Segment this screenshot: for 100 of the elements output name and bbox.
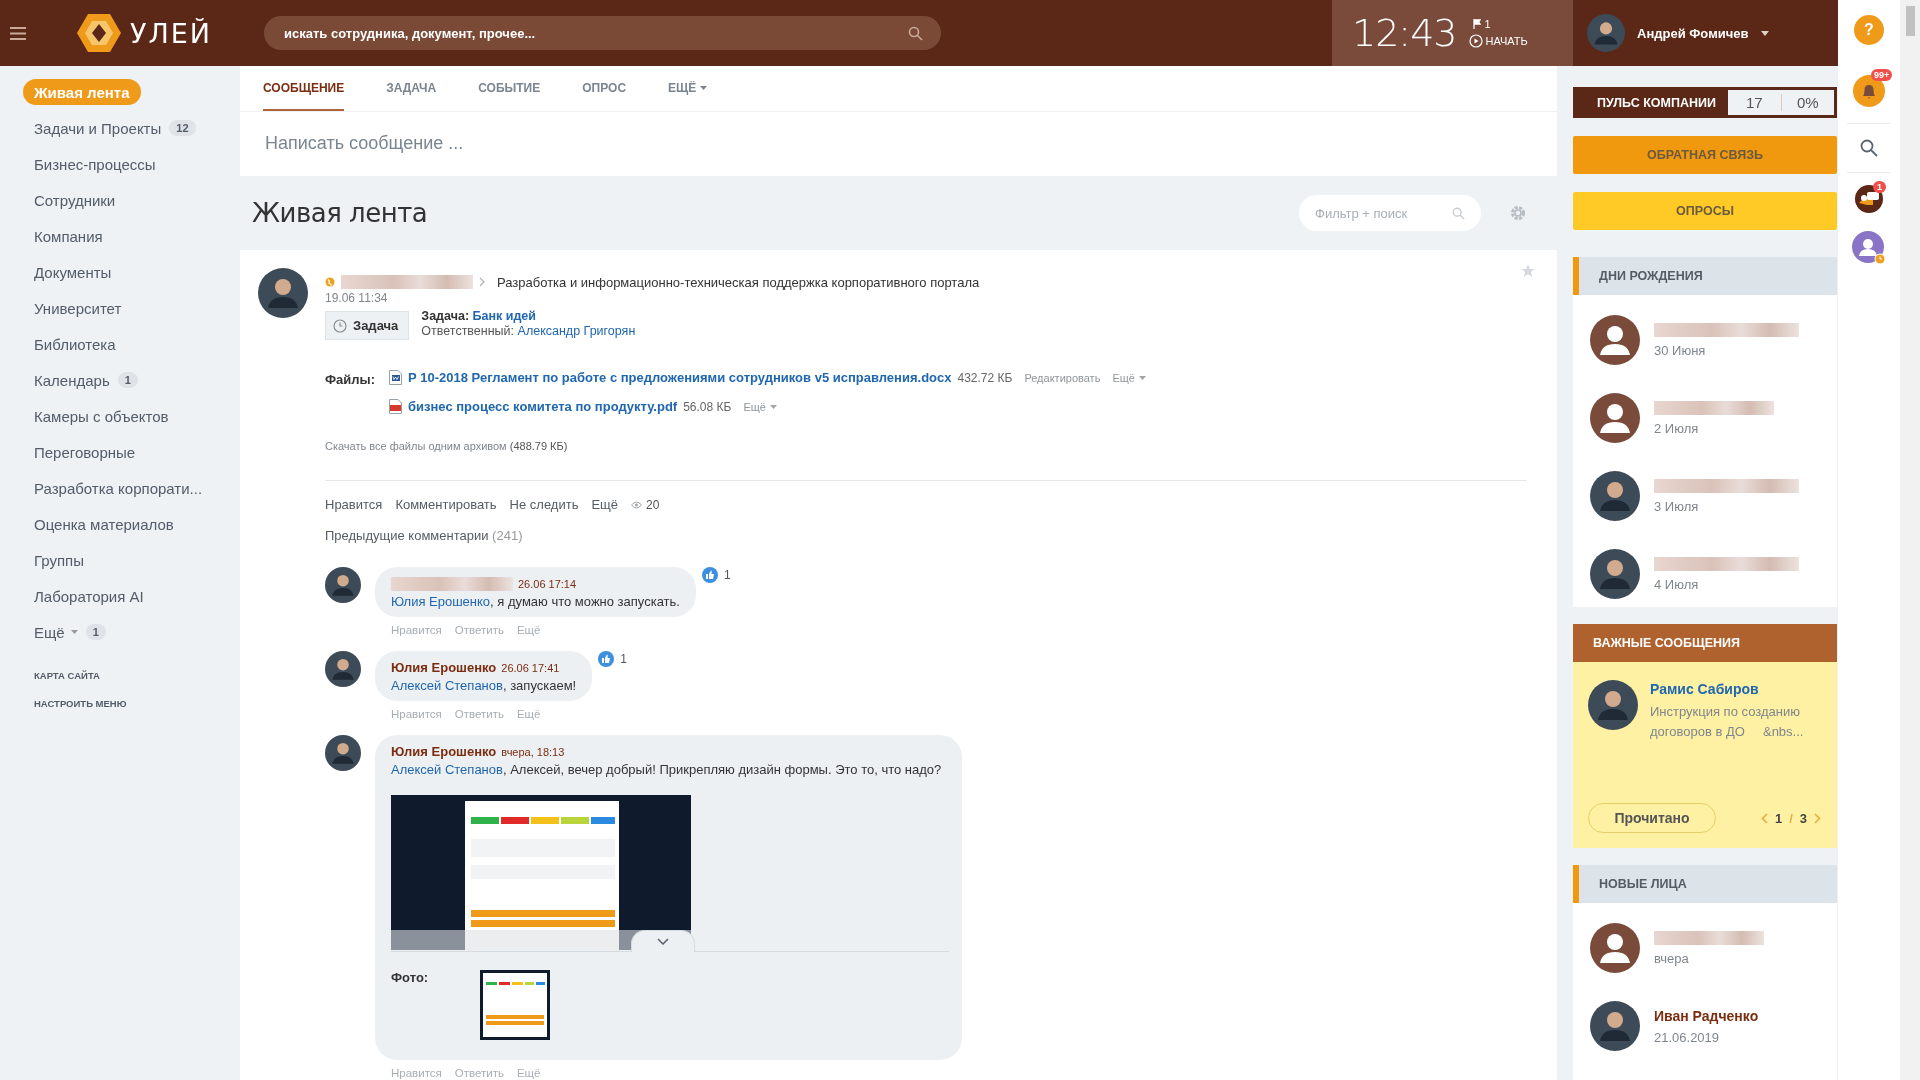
badge-label: Задача	[353, 318, 399, 333]
flag-count: 1	[1484, 18, 1491, 30]
person-avatar	[1590, 1001, 1640, 1051]
sidebar-item-label: Живая лента	[34, 83, 130, 101]
pulse-percent: 0%	[1780, 94, 1834, 111]
post-action-link[interactable]: Нравится	[325, 497, 383, 512]
composer-tab[interactable]: СООБЩЕНИЕ	[263, 66, 345, 111]
notification-badge: 99+	[1871, 69, 1893, 81]
counter-badge: 1	[85, 624, 106, 640]
file-link[interactable]: Р 10-2018 Регламент по работе с предложениями сотрудников v5 исправления.docx	[408, 370, 952, 385]
caret-icon	[769, 404, 777, 409]
birthday-date: 2 Июля	[1654, 420, 1700, 436]
star-icon[interactable]	[1521, 264, 1535, 278]
mention-link[interactable]: Алексей Степанов	[391, 678, 503, 693]
sidebar-item[interactable]: Задачи и Проекты 12	[0, 110, 240, 146]
person-avatar	[1588, 680, 1638, 730]
previous-comments-link[interactable]: Предыдущие комментарии	[325, 528, 489, 543]
sidebar-item-label: Разработка корпорати...	[34, 479, 203, 497]
widget-button[interactable]: ОПРОСЫ	[1573, 192, 1837, 230]
sidebar-item[interactable]: Разработка корпорати...	[0, 470, 240, 506]
search-icon[interactable]	[1860, 139, 1878, 157]
composer-tab[interactable]: ЗАДАЧА	[386, 66, 437, 111]
widget-header: НОВЫЕ ЛИЦА	[1573, 865, 1837, 903]
sidebar-item[interactable]: Документы	[0, 254, 240, 290]
message-author[interactable]: Рамис Сабиров	[1650, 681, 1759, 697]
search-icon[interactable]	[908, 26, 923, 41]
eye-icon	[631, 500, 643, 509]
page-number: 1	[1774, 810, 1783, 826]
clock-icon	[333, 318, 347, 333]
sidebar-item[interactable]: Переговорные	[0, 434, 240, 470]
page-separator: /	[1789, 810, 1793, 826]
post-action-link[interactable]: Не следить	[509, 497, 579, 512]
sidebar-item[interactable]: Оценка материалов	[0, 506, 240, 542]
sidebar-link[interactable]: КАРТА САЙТА	[34, 670, 240, 681]
person-avatar	[1590, 923, 1640, 973]
post-action-link[interactable]: Ещё	[591, 497, 619, 512]
files-label: Файлы:	[325, 372, 375, 389]
birthday-date: 4 Июля	[1654, 576, 1700, 592]
logo-icon	[76, 12, 122, 54]
composer-tab[interactable]: ЕЩЁ	[668, 66, 708, 111]
search-icon	[1452, 207, 1465, 220]
counter-badge: 1	[117, 372, 138, 388]
user-avatar-icon[interactable]	[1852, 231, 1886, 265]
company-pulse-widget[interactable]: ПУЛЬС КОМПАНИИ 17 0%	[1573, 87, 1837, 118]
like-icon	[701, 567, 718, 583]
sidebar-item[interactable]: Библиотека	[0, 326, 240, 362]
chat-icon[interactable]	[1855, 185, 1883, 213]
comment-author[interactable]: Юлия Ерошенко	[391, 660, 497, 675]
person-avatar	[1590, 393, 1640, 443]
flag-icon	[1472, 19, 1481, 29]
task-label: Задача:	[421, 309, 470, 323]
commenter-avatar	[325, 567, 361, 603]
start-button[interactable]: НАЧАТЬ	[1468, 34, 1528, 48]
sidebar-link[interactable]: НАСТРОИТЬ МЕНЮ	[34, 698, 240, 709]
composer-tab[interactable]: ОПРОС	[582, 66, 627, 111]
sidebar-item[interactable]: Сотрудники	[0, 182, 240, 218]
message-text: Инструкция по созданию договоров в ДО &nbs...	[1650, 703, 1805, 741]
expand-button[interactable]	[631, 930, 695, 952]
sidebar-item-label: Переговорные	[34, 443, 136, 461]
more-link[interactable]: Ещё	[743, 400, 777, 413]
post-action-link[interactable]: Комментировать	[395, 497, 497, 512]
sidebar-item-label: Лаборатория AI	[34, 587, 144, 605]
sidebar-item[interactable]: Ещё 1	[0, 614, 240, 650]
sidebar-item-label: Группы	[34, 551, 84, 569]
filter-field[interactable]: Фильтр + поиск	[1299, 195, 1481, 231]
more-link[interactable]: Ещё	[1112, 371, 1146, 384]
person-link[interactable]: Александр Григорян	[517, 324, 636, 338]
comment-time: 26.06 17:41	[501, 661, 560, 674]
sidebar-item[interactable]: Бизнес-процессы	[0, 146, 240, 182]
photo-thumbnail-drawing[interactable]	[480, 970, 551, 1040]
join-date: 21.06.2019	[1654, 1029, 1721, 1045]
sidebar-item-label: Задачи и Проекты	[34, 119, 162, 137]
comment-author[interactable]: Юлия Ерошенко	[391, 744, 497, 759]
composer-tab[interactable]: СОБЫТИЕ	[478, 66, 541, 111]
sidebar-item[interactable]: Группы	[0, 542, 240, 578]
pdf-file-icon	[389, 399, 402, 414]
sidebar-item-label: Компания	[34, 227, 103, 245]
file-link[interactable]: бизнес процесс комитета по продукту.pdf	[408, 399, 678, 414]
sidebar-item[interactable]: Календарь 1	[0, 362, 240, 398]
sidebar-item[interactable]: Лаборатория AI	[0, 578, 240, 614]
archive-size: (488.79 КБ)	[509, 440, 568, 452]
page-title: Живая лента	[252, 198, 429, 228]
download-all-link[interactable]: Скачать все файлы одним архивом	[325, 440, 507, 452]
sidebar-item[interactable]: Университет	[0, 290, 240, 326]
sidebar-item[interactable]: Камеры с объектов	[0, 398, 240, 434]
post-destination[interactable]: Разработка и информационно-техническая поддержка корпоративного портала	[497, 274, 980, 290]
person-name[interactable]: Иван Радченко	[1654, 1007, 1759, 1024]
mention-link[interactable]: Алексей Степанов	[391, 762, 503, 777]
like-icon	[598, 651, 615, 667]
form-screenshot-drawing[interactable]	[391, 795, 691, 950]
file-size: 432.72 КБ	[957, 370, 1013, 385]
clock-time: 12:43	[1352, 11, 1457, 55]
user-menu[interactable]: Андрей Фомичев	[1573, 14, 1838, 52]
search-field[interactable]: искать сотрудника, документ, прочее...	[264, 16, 941, 50]
edit-link[interactable]: Редактировать	[1024, 371, 1101, 384]
sidebar-item[interactable]: Компания	[0, 218, 240, 254]
sidebar-item-label: Календарь	[34, 371, 110, 389]
pulse-count: 17	[1744, 94, 1764, 111]
task-link[interactable]: Банк идей	[472, 309, 536, 323]
menu-icon[interactable]	[10, 26, 26, 40]
